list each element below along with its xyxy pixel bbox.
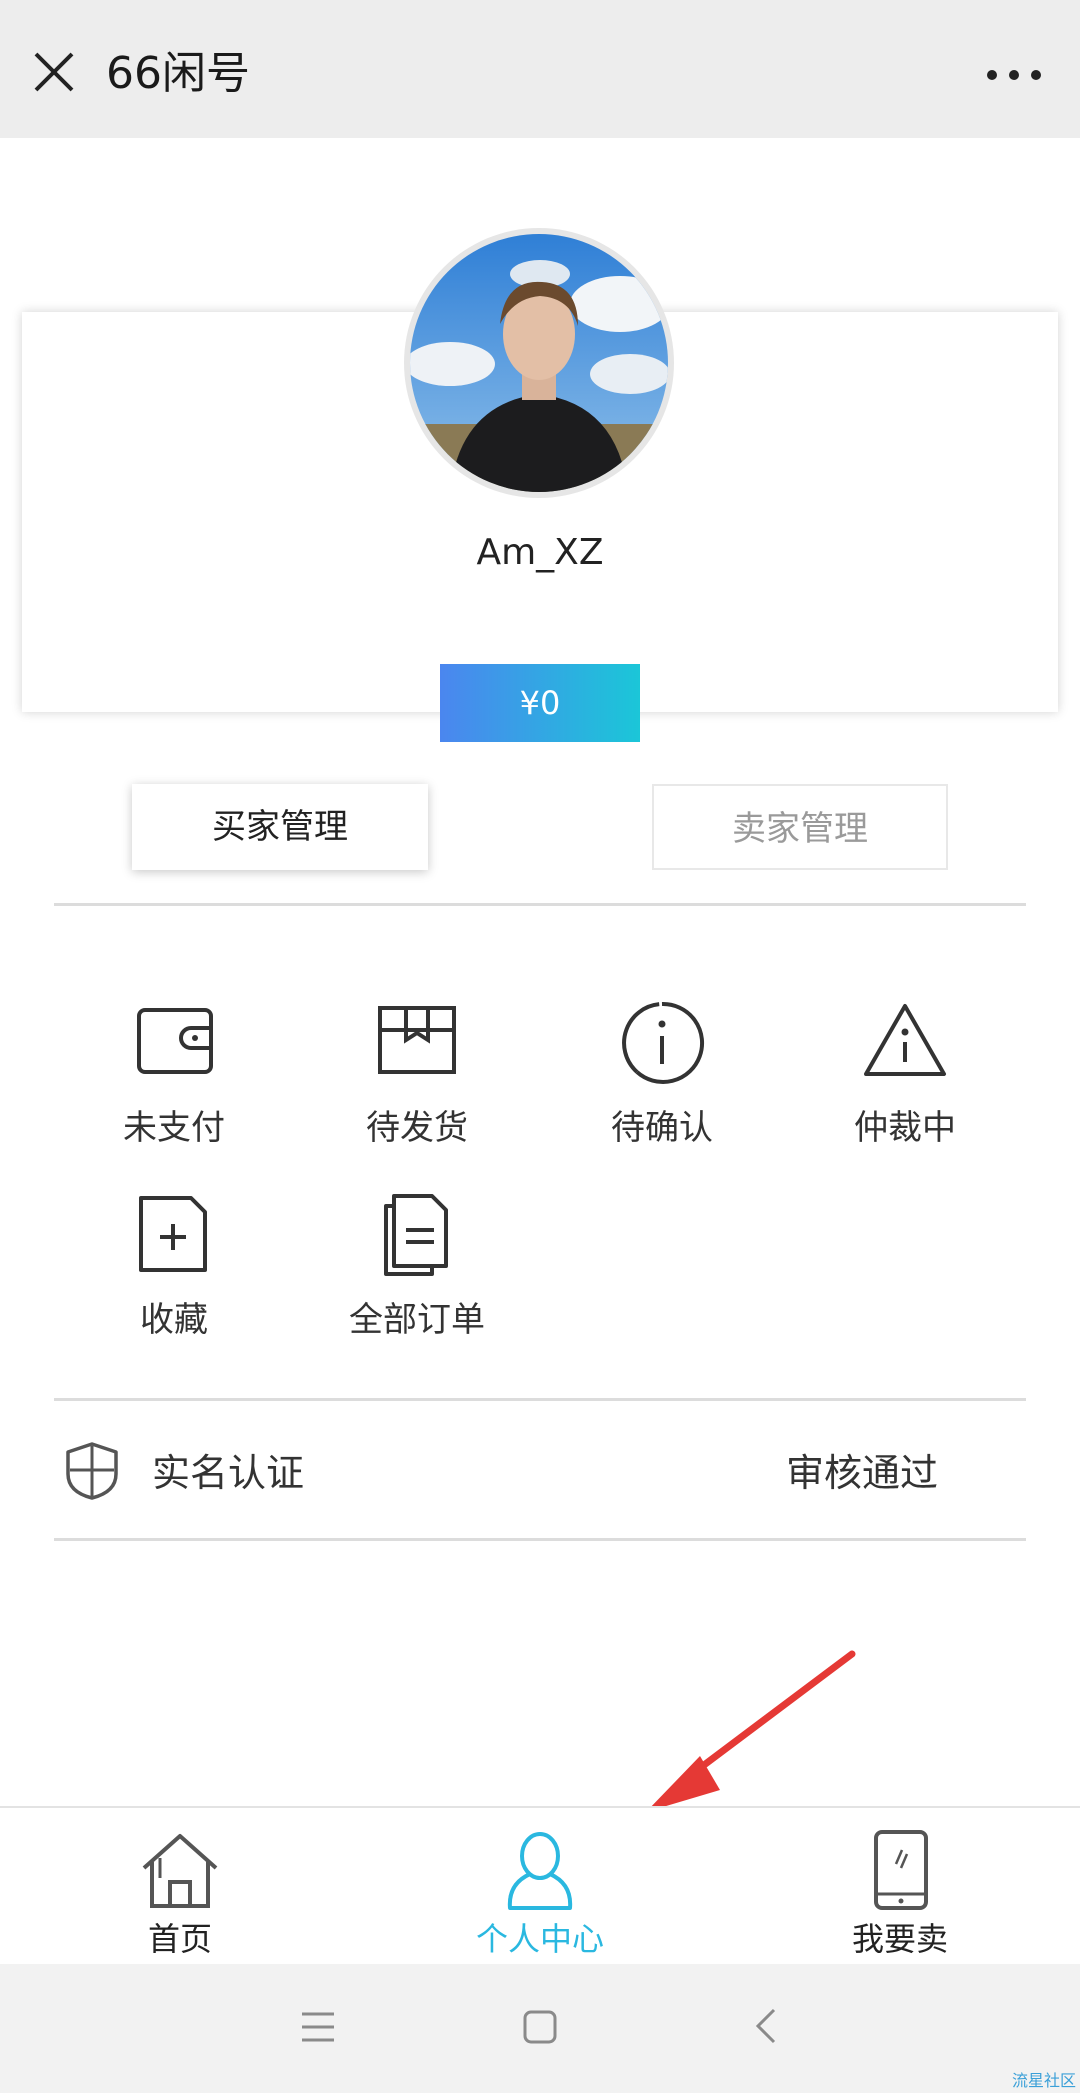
phone-icon xyxy=(874,1830,928,1910)
username: Am_XZ xyxy=(476,532,604,573)
close-icon[interactable] xyxy=(28,46,80,98)
bottom-tab-bar: 首页 个人中心 我要卖 xyxy=(0,1806,1080,1966)
order-unpaid[interactable]: 未支付 xyxy=(84,998,264,1149)
wallet-icon xyxy=(137,1008,213,1074)
watermark: 流星社区 xyxy=(1011,2071,1076,2090)
box-icon xyxy=(378,1006,456,1074)
info-circle-icon xyxy=(622,1001,705,1084)
nav-home[interactable]: 首页 xyxy=(80,1828,280,1960)
order-arbitration[interactable]: 仲裁中 xyxy=(815,998,995,1149)
tab-seller-management[interactable]: 卖家管理 xyxy=(652,784,948,870)
person-icon xyxy=(507,1832,573,1910)
divider xyxy=(54,1538,1026,1541)
order-label: 待确认 xyxy=(611,1108,713,1148)
order-to-confirm[interactable]: 待确认 xyxy=(572,998,752,1149)
order-label: 收藏 xyxy=(140,1300,208,1340)
avatar[interactable] xyxy=(404,228,674,498)
divider xyxy=(54,903,1026,906)
divider xyxy=(54,1398,1026,1401)
more-icon[interactable] xyxy=(984,60,1044,90)
order-all[interactable]: 全部订单 xyxy=(327,1190,507,1341)
order-label: 仲裁中 xyxy=(854,1108,956,1148)
nav-sell[interactable]: 我要卖 xyxy=(800,1828,1000,1960)
nav-label: 个人中心 xyxy=(475,1920,604,1958)
warning-triangle-icon xyxy=(864,1004,946,1076)
nav-label: 我要卖 xyxy=(851,1920,948,1958)
balance-badge[interactable]: ¥0 xyxy=(440,664,640,742)
verification-row[interactable]: 实名认证 审核通过 xyxy=(54,1402,1026,1536)
system-nav-bar: 流星社区 xyxy=(0,1964,1080,2093)
order-favorites[interactable]: 收藏 xyxy=(84,1190,264,1341)
nav-profile[interactable]: 个人中心 xyxy=(440,1828,640,1960)
order-label: 未支付 xyxy=(123,1108,225,1148)
order-label: 全部订单 xyxy=(349,1300,485,1340)
documents-icon xyxy=(384,1194,448,1276)
back-icon[interactable] xyxy=(754,2008,778,2044)
order-to-ship[interactable]: 待发货 xyxy=(327,998,507,1149)
menu-icon[interactable] xyxy=(300,2010,336,2044)
shield-icon xyxy=(66,1442,118,1500)
home-icon xyxy=(142,1834,218,1908)
folder-plus-icon xyxy=(139,1196,207,1272)
verification-status: 审核通过 xyxy=(785,1451,938,1495)
verification-label: 实名认证 xyxy=(152,1451,305,1495)
order-label: 待发货 xyxy=(366,1108,468,1148)
title-bar: 66闲号 xyxy=(0,0,1080,138)
square-icon[interactable] xyxy=(523,2010,557,2044)
nav-label: 首页 xyxy=(147,1920,212,1958)
page-title: 66闲号 xyxy=(106,48,250,99)
tab-buyer-management[interactable]: 买家管理 xyxy=(132,784,428,870)
